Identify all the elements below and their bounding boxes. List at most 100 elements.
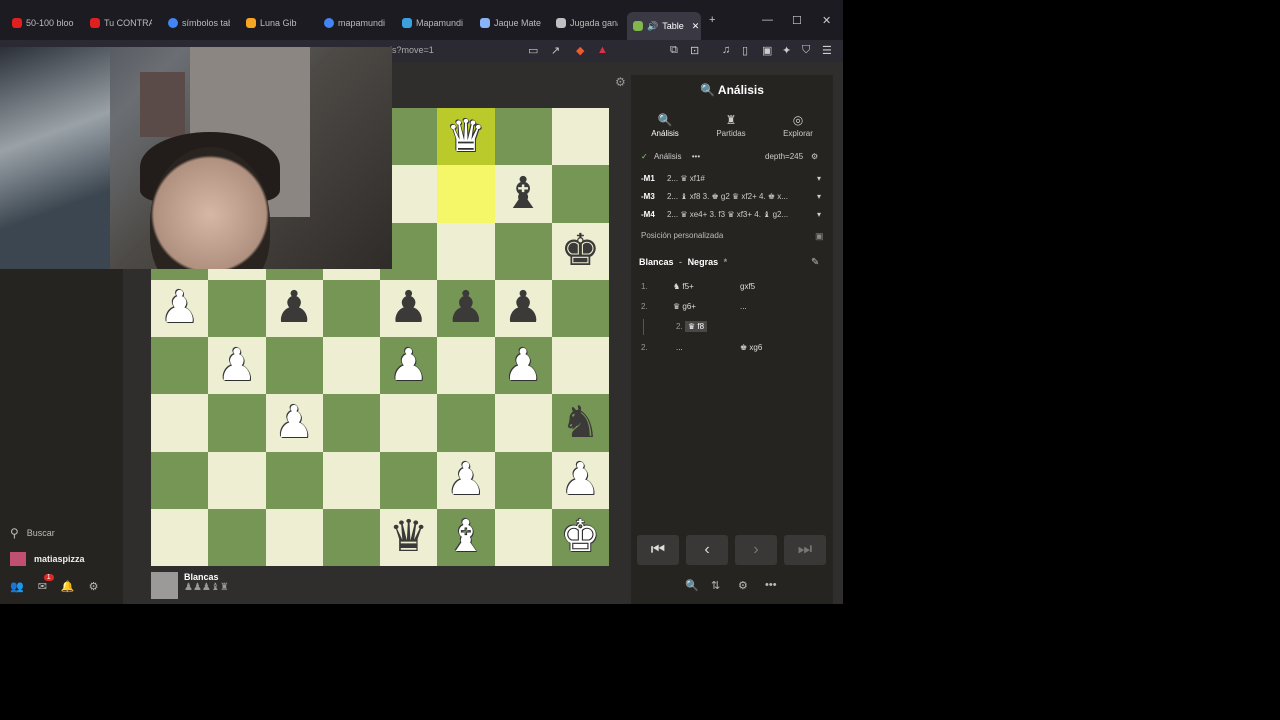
board-square-f3[interactable] xyxy=(437,394,495,452)
more-options-icon[interactable]: ••• xyxy=(765,579,777,591)
move-white[interactable]: ♛ g6+ xyxy=(673,302,696,311)
board-square-h7[interactable] xyxy=(551,165,609,223)
board-square-f6[interactable] xyxy=(437,222,495,280)
browser-tab[interactable]: mapamundi xyxy=(324,12,386,34)
board-square-d5[interactable] xyxy=(322,279,380,337)
chess-piece-f2[interactable]: ♟ xyxy=(437,452,494,509)
browser-tab[interactable]: Mapamundi xyxy=(402,12,464,34)
board-square-g6[interactable] xyxy=(494,222,552,280)
board-square-d3[interactable] xyxy=(322,394,380,452)
wallet-icon[interactable]: ▣ xyxy=(762,44,772,57)
edit-icon[interactable]: ✎ xyxy=(811,257,819,268)
music-icon[interactable]: ♫ xyxy=(722,44,730,56)
brave-rewards-icon[interactable]: ▲ xyxy=(597,44,608,56)
move-white[interactable]: ♞ f5+ xyxy=(673,282,694,291)
board-square-b2[interactable] xyxy=(208,451,266,509)
browser-tab[interactable]: Jaque Mate xyxy=(480,12,542,34)
board-square-g2[interactable] xyxy=(494,451,552,509)
chess-piece-c5[interactable]: ♟ xyxy=(266,280,323,337)
screenshot-icon[interactable]: ⊡ xyxy=(690,44,699,57)
minimize-button[interactable]: — xyxy=(762,14,773,26)
sidebar-search[interactable]: ⚲ Buscar xyxy=(10,526,55,540)
move-black[interactable]: ... xyxy=(740,302,747,311)
chess-piece-c3[interactable]: ♟ xyxy=(266,394,323,451)
board-square-c2[interactable] xyxy=(265,451,323,509)
compass-icon: ◎ xyxy=(792,113,804,127)
chevron-down-icon[interactable]: ▾ xyxy=(817,174,821,183)
browser-tab[interactable]: Jugada gana xyxy=(556,12,618,34)
flip-board-icon[interactable]: ⇅ xyxy=(711,579,720,592)
zoom-icon[interactable]: 🔍 xyxy=(685,579,699,592)
board-square-g8[interactable] xyxy=(494,108,552,166)
board-square-d4[interactable] xyxy=(322,337,380,395)
engine-toggle[interactable]: ✓ xyxy=(641,152,648,161)
chess-piece-h2[interactable]: ♟ xyxy=(552,452,609,509)
board-icon[interactable]: ▣ xyxy=(815,231,824,242)
board-square-f7[interactable] xyxy=(437,165,495,223)
messages-icon[interactable]: ✉ 1 xyxy=(38,574,54,593)
previous-move-button[interactable]: ‹ xyxy=(686,535,728,565)
share-icon[interactable]: ↗ xyxy=(551,44,560,57)
engine-settings-icon[interactable]: ⚙ xyxy=(811,152,818,161)
leo-icon[interactable]: ✦ xyxy=(782,44,791,57)
chevron-down-icon[interactable]: ▾ xyxy=(817,210,821,219)
chess-piece-h3[interactable]: ♞ xyxy=(552,394,609,451)
close-window-button[interactable]: ✕ xyxy=(822,14,831,27)
board-square-c4[interactable] xyxy=(265,337,323,395)
board-square-b3[interactable] xyxy=(208,394,266,452)
brave-shield-icon[interactable]: ◆ xyxy=(576,44,584,57)
new-tab-button[interactable]: + xyxy=(709,14,715,26)
chess-piece-f8[interactable]: ♛ xyxy=(437,108,494,165)
close-tab-icon[interactable]: ✕ xyxy=(692,21,700,32)
extensions-icon[interactable]: ⧉ xyxy=(670,44,678,57)
browser-tab-active[interactable]: 🔊 Table ✕ xyxy=(627,12,701,40)
chess-piece-e5[interactable]: ♟ xyxy=(380,280,437,337)
last-move-button[interactable]: ⏭ xyxy=(784,535,826,565)
settings-icon[interactable]: ⚙ xyxy=(738,579,748,592)
board-square-g3[interactable] xyxy=(494,394,552,452)
more-icon[interactable]: ••• xyxy=(692,152,700,161)
maximize-button[interactable]: ☐ xyxy=(792,14,802,27)
first-move-button[interactable]: ⏮ xyxy=(637,535,679,565)
chess-piece-g5[interactable]: ♟ xyxy=(495,280,552,337)
chess-piece-g4[interactable]: ♟ xyxy=(495,337,552,394)
tab-explore[interactable]: ◎ Explorar xyxy=(768,113,828,138)
move-white[interactable]: ... xyxy=(676,343,683,352)
move-black[interactable]: gxf5 xyxy=(740,282,755,291)
friends-icon[interactable]: 👥 xyxy=(10,580,24,593)
board-square-d2[interactable] xyxy=(322,451,380,509)
board-square-h8[interactable] xyxy=(551,108,609,166)
chevron-down-icon[interactable]: ▾ xyxy=(817,192,821,201)
engine-line[interactable]: -M3 2... ♝ xf8 3. ♚ g2 ♛ xf2+ 4. ♚ x... ▾ xyxy=(641,192,827,206)
browser-tab[interactable]: símbolos tab xyxy=(168,12,230,34)
browser-tab[interactable]: Luna Gib xyxy=(246,12,308,34)
move-black[interactable]: ♚ xg6 xyxy=(740,343,762,352)
board-square-h4[interactable] xyxy=(551,337,609,395)
board-square-e2[interactable] xyxy=(380,451,438,509)
sidebar-user[interactable]: matiaspizza xyxy=(10,552,85,566)
board-square-b5[interactable] xyxy=(208,279,266,337)
move-selected[interactable]: ♛ f8 xyxy=(685,321,708,332)
screen-icon[interactable]: ▭ xyxy=(528,44,538,57)
chess-piece-g7[interactable]: ♝ xyxy=(495,165,552,222)
browser-tab[interactable]: Tu CONTRA xyxy=(90,12,152,34)
chess-piece-h6[interactable]: ♚ xyxy=(552,223,609,280)
bell-icon[interactable]: 🔔 xyxy=(61,580,75,593)
chess-piece-b4[interactable]: ♟ xyxy=(208,337,265,394)
board-square-f4[interactable] xyxy=(437,337,495,395)
board-square-h5[interactable] xyxy=(551,279,609,337)
sidebar-icon[interactable]: ▯ xyxy=(742,44,748,57)
engine-line[interactable]: -M1 2... ♛ xf1# ▾ xyxy=(641,174,827,188)
menu-icon[interactable]: ☰ xyxy=(822,44,832,57)
chess-piece-e4[interactable]: ♟ xyxy=(380,337,437,394)
gear-icon[interactable]: ⚙ xyxy=(89,580,99,593)
vpn-icon[interactable]: ⛉ xyxy=(802,44,810,57)
tab-games[interactable]: ♜ Partidas xyxy=(701,113,761,138)
chess-piece-f5[interactable]: ♟ xyxy=(437,280,494,337)
board-settings-icon[interactable]: ⚙ xyxy=(615,75,626,89)
next-move-button[interactable]: › xyxy=(735,535,777,565)
browser-tab[interactable]: 50-100 bloo xyxy=(12,12,74,34)
tab-analysis[interactable]: 🔍 Análisis xyxy=(635,113,695,138)
engine-line[interactable]: -M4 2... ♛ xe4+ 3. f3 ♛ xf3+ 4. ♝ g2... ▾ xyxy=(641,210,827,224)
board-square-e3[interactable] xyxy=(380,394,438,452)
